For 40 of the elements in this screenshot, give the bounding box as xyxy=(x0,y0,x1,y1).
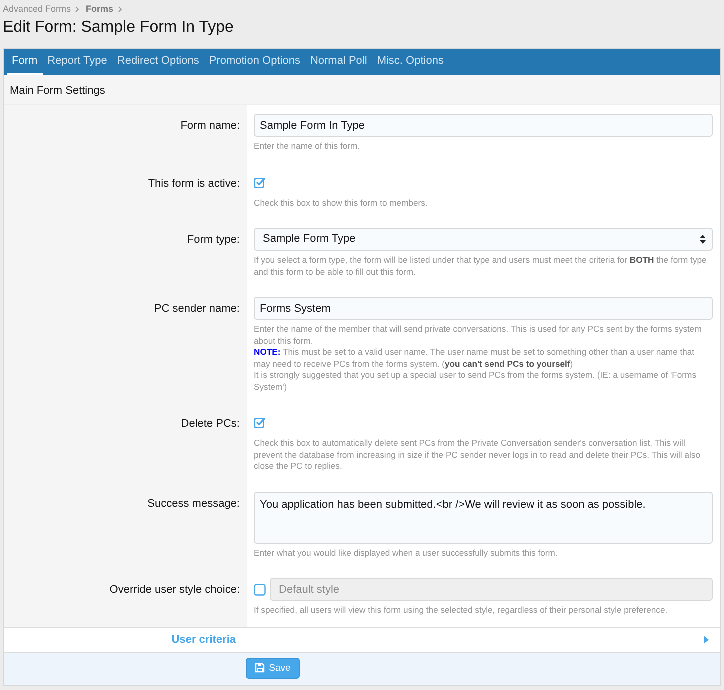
select-field[interactable]: Default style xyxy=(270,578,713,601)
caret-icon xyxy=(704,636,709,644)
tab[interactable]: Form xyxy=(7,49,43,75)
hint-text: Enter the name of this form. xyxy=(254,141,362,152)
checkbox[interactable] xyxy=(254,176,266,188)
field-label: Form type: xyxy=(187,234,240,246)
hint-text: If you select a form type, the form will be listed under that type and users must meet the criteria for BOTH the form type and this form to be able to fill out this form. xyxy=(254,255,708,278)
tab[interactable]: Redirect Options xyxy=(112,49,204,75)
hint-text: Check this box to show this form to members. xyxy=(254,198,429,209)
dropdown-arrows-icon xyxy=(700,235,706,244)
tab[interactable]: Misc. Options xyxy=(372,49,449,75)
hint-text: If specified, all users will view this form using the selected style, regardless of their personal style preference. xyxy=(254,605,669,616)
tab[interactable]: Promotion Options xyxy=(204,49,306,75)
section-link: User criteria xyxy=(172,634,236,646)
tab[interactable]: Normal Poll xyxy=(305,49,372,75)
field-label: PC sender name: xyxy=(154,303,240,315)
page-title: Edit Form: Sample Form In Type xyxy=(3,19,235,37)
note-text: NOTE: This must be set to a valid user name. The user name must be set to something other than a user name that may need to receive PCs from the forms system. (you can't send PCs to yourself) xyxy=(254,347,696,370)
select-field[interactable]: Sample Form Type xyxy=(254,228,713,251)
input-field[interactable]: Forms System xyxy=(254,297,713,320)
field-label: Delete PCs: xyxy=(181,418,240,430)
chevron-right-icon xyxy=(75,6,80,12)
field-label: This form is active: xyxy=(148,178,240,190)
tab[interactable]: Report Type xyxy=(42,49,112,75)
save-button[interactable]: Save xyxy=(246,658,300,678)
field-label: Success message: xyxy=(148,498,240,510)
hint-text: It is strongly suggested that you set up a special user to send PCs from the forms system. (IE: a username of 'Forms System') xyxy=(254,370,698,393)
checkbox[interactable] xyxy=(254,584,266,596)
text-area[interactable]: You application has been submitted.<br />We will review it as soon as possible. xyxy=(254,492,713,544)
hint-text: Check this box to automatically delete sent PCs from the Private Conversation sender's conversation list. This will prevent the database from increasing in size if the PC sender never logs in to read and delete their PCs. This will also close the PC to replies. xyxy=(254,438,702,472)
hint-text: Enter what you would like displayed when a user successfully submits this form. xyxy=(254,548,559,559)
field-label: Override user style choice: xyxy=(110,584,240,596)
field-label: Form name: xyxy=(180,120,240,132)
hint-text: Enter the name of the member that will send private conversations. This is used for any PCs sent by the forms system about this form. xyxy=(254,324,703,347)
collapsible-header[interactable]: User criteria xyxy=(4,626,720,652)
breadcrumb-link[interactable]: Forms xyxy=(86,4,114,14)
input-field[interactable]: Sample Form In Type xyxy=(254,114,713,137)
breadcrumb-link[interactable]: Advanced Forms xyxy=(3,4,72,14)
checkbox[interactable] xyxy=(254,417,266,429)
chevron-right-icon xyxy=(118,6,123,12)
